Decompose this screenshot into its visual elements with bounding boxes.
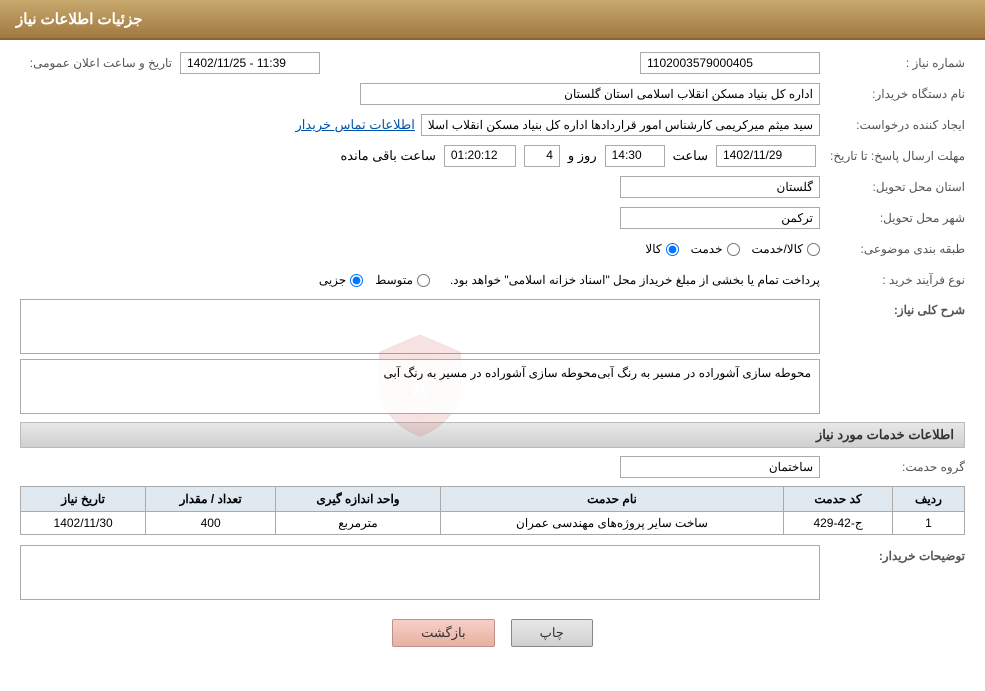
org-name-row: نام دستگاه خریدار: اداره کل بنیاد مسکن ا… bbox=[20, 81, 965, 107]
general-desc-display: A محوطه سازی آشوراده در مسیر به رنگ آبی … bbox=[20, 359, 965, 414]
cell-unit: مترمربع bbox=[276, 512, 441, 535]
process-label: نوع فرآیند خرید : bbox=[820, 273, 965, 287]
process-motavasset[interactable]: متوسط bbox=[375, 273, 430, 287]
need-number-value: 1102003579000405 bbox=[640, 52, 820, 74]
announce-label: تاریخ و ساعت اعلان عمومی: bbox=[20, 56, 180, 70]
cell-quantity: 400 bbox=[146, 512, 276, 535]
buyer-desc-textarea[interactable] bbox=[20, 545, 820, 600]
city-label: شهر محل تحویل: bbox=[820, 211, 965, 225]
table-row: 1 ج-42-429 ساخت سایر پروژه‌های مهندسی عم… bbox=[21, 512, 965, 535]
need-number-label: شماره نیاز : bbox=[820, 56, 965, 70]
general-desc-textarea[interactable] bbox=[20, 299, 820, 354]
deadline-day-label: روز و bbox=[568, 148, 597, 164]
watermark-area bbox=[20, 299, 820, 354]
deadline-label: مهلت ارسال پاسخ: تا تاریخ: bbox=[820, 149, 965, 163]
col-header-unit: واحد اندازه گیری bbox=[276, 487, 441, 512]
general-desc-value-row: A محوطه سازی آشوراده در مسیر به رنگ آبی … bbox=[20, 359, 965, 414]
creator-label: ایجاد کننده درخواست: bbox=[820, 118, 965, 132]
col-header-quantity: تعداد / مقدار bbox=[146, 487, 276, 512]
general-desc-value-box: محوطه سازی آشوراده در مسیر به رنگ آبی مح… bbox=[20, 359, 820, 414]
deadline-row: مهلت ارسال پاسخ: تا تاریخ: 1402/11/29 سا… bbox=[20, 143, 965, 169]
cell-name: ساخت سایر پروژه‌های مهندسی عمران bbox=[440, 512, 783, 535]
category-label: طبقه بندی موضوعی: bbox=[820, 242, 965, 256]
cell-row: 1 bbox=[892, 512, 964, 535]
province-value: گلستان bbox=[620, 176, 820, 198]
service-group-label: گروه حدمت: bbox=[820, 460, 965, 474]
org-name-value: اداره کل بنیاد مسکن انقلاب اسلامی استان … bbox=[360, 83, 820, 105]
page-title: جزئیات اطلاعات نیاز bbox=[16, 11, 143, 28]
table-header-row: ردیف کد حدمت نام حدمت واحد اندازه گیری ت… bbox=[21, 487, 965, 512]
services-table-section: ردیف کد حدمت نام حدمت واحد اندازه گیری ت… bbox=[20, 486, 965, 535]
general-desc-value: محوطه سازی آشوراده در مسیر به رنگ آبی bbox=[383, 366, 597, 380]
need-number-row: شماره نیاز : 1102003579000405 1402/11/25… bbox=[20, 50, 965, 76]
deadline-time: 14:30 bbox=[605, 145, 665, 167]
page-header: جزئیات اطلاعات نیاز bbox=[0, 0, 985, 40]
category-radio-group: کالا/خدمت خدمت کالا bbox=[645, 242, 820, 256]
creator-value: سید میثم میرکریمی کارشناس امور قراردادها… bbox=[421, 114, 820, 136]
general-desc-wrap bbox=[20, 299, 820, 354]
deadline-days: 4 bbox=[524, 145, 560, 167]
deadline-time-label: ساعت bbox=[673, 148, 708, 164]
deadline-remain-label: ساعت باقی مانده bbox=[340, 148, 435, 164]
city-row: شهر محل تحویل: ترکمن bbox=[20, 205, 965, 231]
footer-buttons: چاپ بازگشت bbox=[20, 619, 965, 647]
content-area: شماره نیاز : 1102003579000405 1402/11/25… bbox=[0, 40, 985, 667]
cell-date: 1402/11/30 bbox=[21, 512, 146, 535]
col-header-code: کد حدمت bbox=[784, 487, 893, 512]
deadline-remain: 01:20:12 bbox=[444, 145, 516, 167]
service-group-row: گروه حدمت: ساختمان bbox=[20, 454, 965, 480]
buyer-desc-label: توضیحات خریدار: bbox=[820, 545, 965, 563]
cell-code: ج-42-429 bbox=[784, 512, 893, 535]
category-kala[interactable]: کالا bbox=[645, 242, 678, 256]
process-desc: پرداخت تمام یا بخشی از مبلغ خریداز محل "… bbox=[450, 273, 820, 287]
general-desc-label: شرح کلی نیاز: bbox=[820, 299, 965, 317]
city-value: ترکمن bbox=[620, 207, 820, 229]
col-header-row: ردیف bbox=[892, 487, 964, 512]
announce-value: 1402/11/25 - 11:39 bbox=[180, 52, 320, 74]
buyer-desc-wrap bbox=[20, 545, 820, 603]
services-table: ردیف کد حدمت نام حدمت واحد اندازه گیری ت… bbox=[20, 486, 965, 535]
province-label: استان محل تحویل: bbox=[820, 180, 965, 194]
col-header-name: نام حدمت bbox=[440, 487, 783, 512]
creator-row: ایجاد کننده درخواست: سید میثم میرکریمی ک… bbox=[20, 112, 965, 138]
category-kala-khadamat[interactable]: کالا/خدمت bbox=[752, 242, 820, 256]
buyer-desc-row: توضیحات خریدار: bbox=[20, 545, 965, 603]
col-header-date: تاریخ نیاز bbox=[21, 487, 146, 512]
creator-link[interactable]: اطلاعات تماس خریدار bbox=[295, 117, 414, 133]
process-jozi[interactable]: جزیی bbox=[319, 273, 363, 287]
org-name-label: نام دستگاه خریدار: bbox=[820, 87, 965, 101]
deadline-date: 1402/11/29 bbox=[716, 145, 816, 167]
process-row: نوع فرآیند خرید : پرداخت تمام یا بخشی از… bbox=[20, 267, 965, 293]
province-row: استان محل تحویل: گلستان bbox=[20, 174, 965, 200]
general-desc-section: شرح کلی نیاز: bbox=[20, 299, 965, 354]
category-khadamat[interactable]: خدمت bbox=[691, 242, 740, 256]
services-section-title: اطلاعات خدمات مورد نیاز bbox=[20, 422, 965, 448]
category-row: طبقه بندی موضوعی: کالا/خدمت خدمت کالا bbox=[20, 236, 965, 262]
process-radio-group: پرداخت تمام یا بخشی از مبلغ خریداز محل "… bbox=[319, 273, 820, 287]
page-wrapper: جزئیات اطلاعات نیاز شماره نیاز : 1102003… bbox=[0, 0, 985, 691]
print-button[interactable]: چاپ bbox=[511, 619, 593, 647]
service-group-value: ساختمان bbox=[620, 456, 820, 478]
back-button[interactable]: بازگشت bbox=[392, 619, 494, 647]
